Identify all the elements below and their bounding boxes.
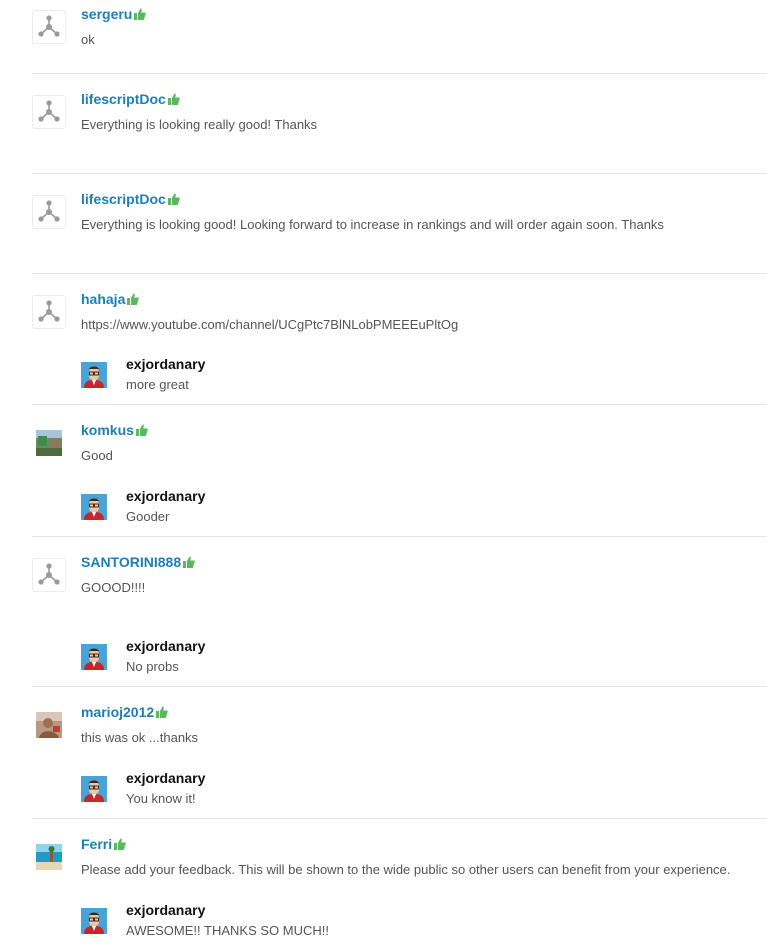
review-comment: ok (81, 32, 95, 47)
reply-text: AWESOME!! THANKS SO MUCH!! (126, 923, 329, 938)
seller-avatar-icon[interactable] (81, 362, 107, 388)
review-username[interactable]: lifescriptDoc (81, 91, 180, 107)
thumbs-up-icon (183, 556, 195, 568)
review-username[interactable]: lifescriptDoc (81, 191, 180, 207)
person-photo-avatar[interactable] (32, 708, 66, 742)
review-divider (32, 73, 767, 74)
review-comment: Everything is looking really good! Thank… (81, 117, 318, 132)
seller-avatar-icon[interactable] (81, 644, 107, 670)
review-comment: https://www.youtube.com/channel/UCgPtc7B… (81, 317, 459, 332)
review-divider (32, 818, 767, 819)
thumbs-up-icon (167, 193, 180, 205)
default-avatar-icon[interactable] (32, 295, 66, 329)
reply-text: No probs (126, 659, 179, 674)
thumbs-up-icon (134, 8, 147, 20)
review-comment: this was ok ...thanks (81, 730, 199, 745)
review-comment: Good (81, 448, 113, 463)
reply-username[interactable]: exjordanary (126, 488, 205, 504)
review-divider (32, 173, 767, 174)
review-username[interactable]: SANTORINI888 (81, 554, 195, 570)
review-comment: GOOOD!!!! (81, 580, 146, 595)
reply-text: You know it! (126, 791, 196, 806)
thumbs-up-icon (127, 293, 140, 305)
thumbs-up-icon (156, 706, 169, 718)
thumbs-up-icon (135, 424, 148, 436)
default-avatar-icon[interactable] (32, 195, 66, 229)
review-comment: Please add your feedback. This will be s… (81, 862, 731, 877)
reply-username[interactable]: exjordanary (126, 356, 205, 372)
default-avatar-icon[interactable] (32, 95, 66, 129)
review-divider (32, 536, 767, 537)
review-username[interactable]: marioj2012 (81, 704, 169, 720)
thumbs-up-icon (114, 838, 126, 850)
seller-avatar-icon[interactable] (81, 494, 107, 520)
reply-username[interactable]: exjordanary (126, 770, 205, 786)
review-username[interactable]: Ferri (81, 836, 126, 852)
reply-text: Gooder (126, 509, 170, 524)
review-username[interactable]: komkus (81, 422, 148, 438)
thumbs-up-icon (167, 93, 180, 105)
reply-text: more great (126, 377, 189, 392)
review-divider (32, 686, 767, 687)
seller-avatar-icon[interactable] (81, 908, 107, 934)
landscape-photo-avatar[interactable] (32, 426, 66, 460)
default-avatar-icon[interactable] (32, 558, 66, 592)
review-comment: Everything is looking good! Looking forw… (81, 217, 664, 232)
reply-username[interactable]: exjordanary (126, 638, 205, 654)
review-username[interactable]: hahaja (81, 291, 140, 307)
seller-avatar-icon[interactable] (81, 776, 107, 802)
reply-username[interactable]: exjordanary (126, 902, 205, 918)
review-divider (32, 404, 767, 405)
review-divider (32, 273, 767, 274)
review-username[interactable]: sergeru (81, 6, 147, 22)
beach-photo-avatar[interactable] (32, 840, 66, 874)
default-avatar-icon[interactable] (32, 10, 66, 44)
